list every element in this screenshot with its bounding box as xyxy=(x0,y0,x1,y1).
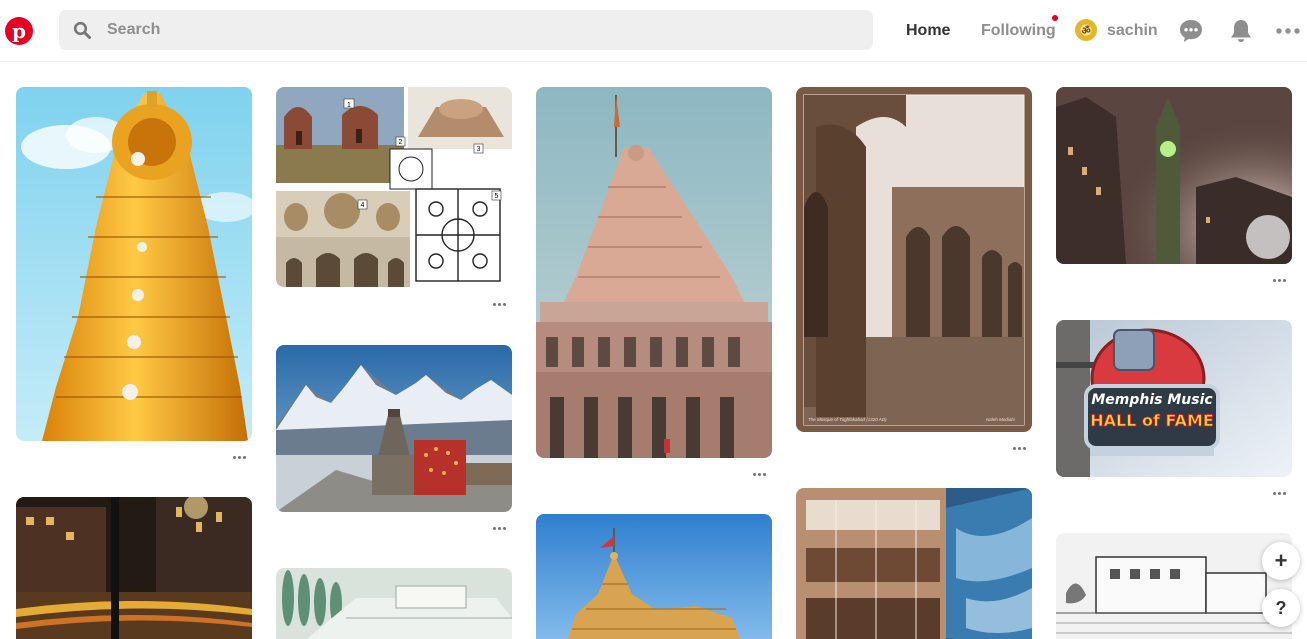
pin-image-somnath-temple[interactable] xyxy=(536,514,772,639)
collage-label-5: 5 xyxy=(495,193,499,200)
nav-home-link[interactable]: Home xyxy=(906,22,950,40)
bell-icon[interactable] xyxy=(1228,18,1254,44)
pin-more-button[interactable] xyxy=(1273,279,1287,283)
search-bar[interactable] xyxy=(59,10,873,50)
pinterest-logo[interactable]: p xyxy=(5,17,33,45)
memphis-sign-line2: HALL of FAME xyxy=(1090,411,1214,430)
collage-label-1: 1 xyxy=(347,102,351,109)
pinterest-logo-letter: p xyxy=(12,19,26,43)
pin-image-temple-gopuram[interactable] xyxy=(16,87,252,441)
collage-label-2: 2 xyxy=(399,139,403,146)
following-notification-dot xyxy=(1052,15,1058,21)
pin-image-big-ben-night[interactable] xyxy=(1056,87,1292,264)
pin-image-mountain-temple[interactable] xyxy=(276,345,512,512)
memphis-sign-line1: Memphis Music xyxy=(1091,392,1213,408)
add-pin-button[interactable]: + xyxy=(1262,542,1300,580)
search-icon xyxy=(73,21,91,39)
garden-drawing-image xyxy=(276,568,512,639)
arches-caption-left: The Mosque of Tughlakabad (1320 AD) xyxy=(808,417,887,422)
pin-more-button[interactable] xyxy=(1013,447,1027,451)
pin-image-architecture-collage[interactable]: 1 3 2 4 5 xyxy=(276,87,512,287)
mahakaleshwar-temple-image xyxy=(536,87,772,458)
pin-more-button[interactable] xyxy=(493,303,507,307)
nav-following-link[interactable]: Following xyxy=(981,22,1056,40)
night-street-image xyxy=(16,497,252,639)
pin-more-button[interactable] xyxy=(233,456,247,460)
top-header: p Home Following ॐ sachin xyxy=(0,0,1307,62)
somnath-temple-image xyxy=(536,514,772,639)
pin-image-garden-drawing[interactable] xyxy=(276,568,512,639)
mountain-temple-image xyxy=(276,345,512,512)
more-icon[interactable] xyxy=(1275,18,1301,44)
pin-more-button[interactable] xyxy=(1273,492,1287,496)
collage-label-3: 3 xyxy=(477,146,481,153)
collage-label-4: 4 xyxy=(361,202,365,209)
restaurant-interior-image xyxy=(796,488,1032,639)
help-button[interactable]: ? xyxy=(1262,589,1300,627)
chat-icon[interactable] xyxy=(1178,18,1204,44)
avatar-symbol: ॐ xyxy=(1081,26,1091,37)
pin-image-building-sketch[interactable] xyxy=(1056,533,1292,639)
pin-image-restaurant-interior[interactable] xyxy=(796,488,1032,639)
profile-username: sachin xyxy=(1107,22,1158,39)
pin-more-button[interactable] xyxy=(753,473,767,477)
arches-caption-right: Naleh Modiabi xyxy=(986,417,1016,422)
pin-image-brick-arches[interactable]: The Mosque of Tughlakabad (1320 AD) Nale… xyxy=(796,87,1032,432)
search-input[interactable] xyxy=(107,10,847,50)
brick-arches-image: The Mosque of Tughlakabad (1320 AD) Nale… xyxy=(796,87,1032,432)
temple-gopuram-image xyxy=(16,87,252,441)
big-ben-night-image xyxy=(1056,87,1292,264)
memphis-hall-of-fame-image: Memphis Music HALL of FAME xyxy=(1056,320,1292,477)
avatar: ॐ xyxy=(1075,19,1097,41)
pin-image-memphis-hall-of-fame[interactable]: Memphis Music HALL of FAME xyxy=(1056,320,1292,477)
architecture-collage-image: 1 3 2 4 5 xyxy=(276,87,512,287)
pin-more-button[interactable] xyxy=(493,527,507,531)
pin-image-mahakaleshwar-temple[interactable] xyxy=(536,87,772,458)
pin-image-night-street[interactable] xyxy=(16,497,252,639)
building-sketch-image xyxy=(1056,533,1292,639)
